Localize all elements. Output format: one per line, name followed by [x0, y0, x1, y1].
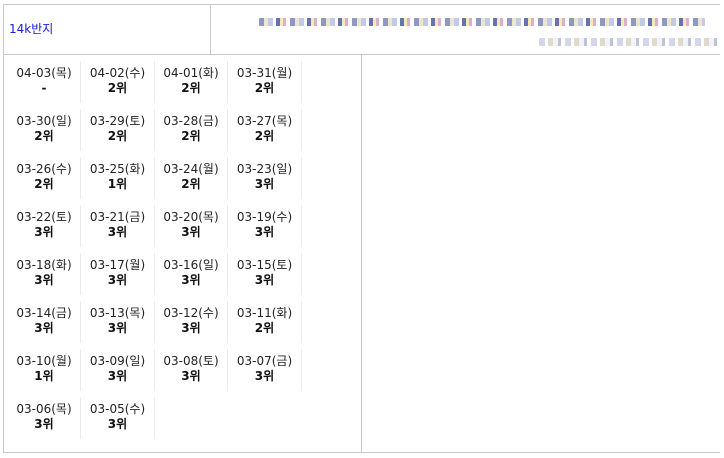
rank-cell: 03-05(수) 3위	[82, 397, 155, 439]
rank-date: 03-14(금)	[16, 306, 72, 320]
rank-value: 3위	[181, 273, 201, 287]
rank-date: 03-28(금)	[163, 114, 219, 128]
redacted-text	[539, 38, 719, 46]
rank-value: 2위	[181, 81, 201, 95]
rank-date: 03-09(일)	[89, 354, 146, 368]
rank-date: 03-08(토)	[163, 354, 219, 368]
rank-date: 03-22(토)	[16, 210, 72, 224]
rank-cell: 04-03(목) -	[8, 61, 81, 103]
rank-date: 03-06(목)	[16, 402, 72, 416]
rank-cell: 03-10(월) 1위	[8, 349, 81, 391]
rank-date: 03-12(수)	[163, 306, 219, 320]
rank-date: 03-21(금)	[89, 210, 146, 224]
rank-value: 3위	[107, 417, 128, 431]
rank-value: 2위	[107, 81, 128, 95]
rank-value: 3위	[107, 321, 128, 335]
rank-date: 03-05(수)	[89, 402, 146, 416]
rank-cell: 03-31(월) 2위	[229, 61, 302, 103]
rank-value: 1위	[107, 177, 128, 191]
rank-value: 2위	[181, 177, 201, 191]
rank-value: 3위	[34, 417, 54, 431]
rank-value: 2위	[107, 129, 128, 143]
rank-cell: 03-25(화) 1위	[82, 157, 155, 199]
rank-value: 3위	[181, 369, 201, 383]
rank-date: 03-24(월)	[163, 162, 219, 176]
rank-cell: 03-08(토) 3위	[155, 349, 228, 391]
rank-cell: 03-07(금) 3위	[229, 349, 302, 391]
rank-date: 03-31(월)	[236, 66, 293, 80]
rank-cell: 03-21(금) 3위	[82, 205, 155, 247]
rank-cell: 03-14(금) 3위	[8, 301, 81, 343]
keyword-link[interactable]: 14k반지	[9, 20, 53, 37]
rank-cell: 03-19(수) 3위	[229, 205, 302, 247]
rank-cell: 03-11(화) 2위	[229, 301, 302, 343]
rank-date: 03-29(토)	[89, 114, 146, 128]
rank-value: 3위	[181, 225, 201, 239]
rank-value: 3위	[34, 273, 54, 287]
rank-value: 3위	[107, 225, 128, 239]
rank-date: 03-17(월)	[89, 258, 146, 272]
rank-value: 2위	[181, 129, 201, 143]
rank-cell: 03-09(일) 3위	[82, 349, 155, 391]
rank-value: 3위	[107, 369, 128, 383]
rank-cell: 03-15(토) 3위	[229, 253, 302, 295]
rank-cell: 03-27(목) 2위	[229, 109, 302, 151]
rank-value: -	[41, 81, 47, 95]
rank-date: 03-27(목)	[236, 114, 293, 128]
rank-cell: 03-06(목) 3위	[8, 397, 81, 439]
rank-cell: 03-28(금) 2위	[155, 109, 228, 151]
rank-date: 03-13(목)	[89, 306, 146, 320]
rank-cell: 03-26(수) 2위	[8, 157, 81, 199]
rank-value: 3위	[34, 321, 54, 335]
result-header: 14k반지	[3, 4, 720, 55]
redacted-text	[259, 18, 705, 26]
rank-cell: 03-13(목) 3위	[82, 301, 155, 343]
rank-date: 04-01(화)	[163, 66, 219, 80]
rank-value: 2위	[34, 177, 54, 191]
rank-value: 2위	[254, 321, 275, 335]
rank-cell: 04-01(화) 2위	[155, 61, 228, 103]
rank-value: 3위	[254, 225, 275, 239]
rank-value: 3위	[254, 177, 275, 191]
rank-value: 2위	[254, 81, 275, 95]
rank-date: 03-18(화)	[16, 258, 72, 272]
rank-value: 3위	[34, 225, 54, 239]
rank-date: 03-19(수)	[236, 210, 293, 224]
rank-cell: 03-30(일) 2위	[8, 109, 81, 151]
rank-cell: 03-18(화) 3위	[8, 253, 81, 295]
rank-date: 03-16(일)	[163, 258, 219, 272]
keyword-cell: 14k반지	[3, 4, 211, 54]
rank-cell: 03-20(목) 3위	[155, 205, 228, 247]
rank-cell: 03-12(수) 3위	[155, 301, 228, 343]
rank-value: 2위	[34, 129, 54, 143]
rank-cell: 03-23(일) 3위	[229, 157, 302, 199]
rank-date: 03-26(수)	[16, 162, 72, 176]
rank-value: 3위	[181, 321, 201, 335]
rank-date: 03-07(금)	[236, 354, 293, 368]
rank-date: 03-15(토)	[236, 258, 293, 272]
rank-value: 2위	[254, 129, 275, 143]
rank-date: 03-23(일)	[236, 162, 293, 176]
rank-cell: 04-02(수) 2위	[82, 61, 155, 103]
rank-cell: 03-16(일) 3위	[155, 253, 228, 295]
rank-value: 3위	[254, 369, 275, 383]
rank-date: 03-25(화)	[89, 162, 146, 176]
rank-date: 03-11(화)	[236, 306, 293, 320]
rank-cell: 03-17(월) 3위	[82, 253, 155, 295]
rank-date: 04-03(목)	[16, 66, 72, 80]
rank-value: 3위	[107, 273, 128, 287]
rank-date: 04-02(수)	[89, 66, 146, 80]
rank-date: 03-10(월)	[16, 354, 72, 368]
rank-value: 3위	[254, 273, 275, 287]
rank-date: 03-30(일)	[16, 114, 72, 128]
rank-value: 1위	[34, 369, 54, 383]
rank-date: 03-20(목)	[163, 210, 219, 224]
rank-cell: 03-29(토) 2위	[82, 109, 155, 151]
rank-cell: 03-24(월) 2위	[155, 157, 228, 199]
column-divider	[361, 55, 362, 453]
rank-cell: 03-22(토) 3위	[8, 205, 81, 247]
